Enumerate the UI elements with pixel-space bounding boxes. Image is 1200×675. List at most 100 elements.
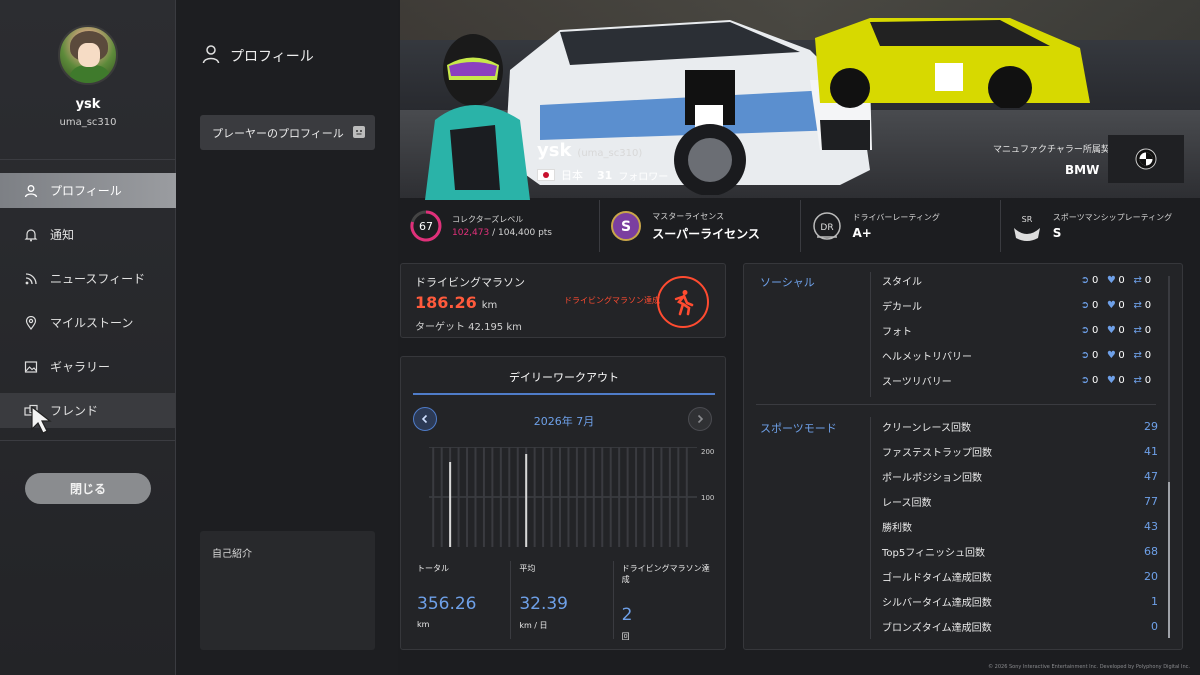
- social-row[interactable]: ヘルメットリバリー ➲ 0 ♥ 0 ⇄ 0: [882, 343, 1172, 368]
- workout-stat-value: 32.39: [519, 594, 568, 614]
- chart-day-column: [609, 447, 612, 547]
- close-button[interactable]: 閉じる: [25, 473, 151, 504]
- chart-day-column: [651, 447, 654, 547]
- sidebar-divider: [0, 159, 176, 160]
- player-id: (uma_sc310): [577, 148, 643, 159]
- sportsmanship-rating-stat[interactable]: SR スポーツマンシップレーティング S: [1001, 200, 1200, 252]
- heart-icon: ♥: [1106, 350, 1116, 361]
- workout-stat-value: 356.26: [417, 594, 477, 614]
- social-row-label: ヘルメットリバリー: [882, 352, 972, 363]
- person-icon: [202, 44, 220, 68]
- chart-day-column: [685, 447, 688, 547]
- sport-stat-label: Top5フィニッシュ回数: [882, 548, 986, 559]
- social-row[interactable]: デカール ➲ 0 ♥ 0 ⇄ 0: [882, 293, 1172, 318]
- country-name: 日本: [561, 169, 583, 182]
- section-divider: [756, 404, 1156, 405]
- share-count: 0: [1092, 350, 1099, 361]
- user-id: uma_sc310: [59, 117, 117, 128]
- sport-stat-value: 77: [1144, 495, 1158, 508]
- chart-day-column: [567, 447, 570, 547]
- mouse-cursor-icon: [31, 405, 52, 434]
- sport-stat-value: 41: [1144, 445, 1158, 458]
- repost-icon: ⇄: [1133, 350, 1142, 361]
- collector-points: 102,473 / 104,400 pts: [452, 228, 552, 238]
- collector-level-label: コレクターズレベル: [452, 215, 524, 224]
- daily-workout-card: デイリーワークアウト 2026年 7月 100 200 トータル 356.26 k…: [400, 356, 726, 650]
- like-count: 0: [1118, 275, 1125, 286]
- social-row-counts: ➲ 0 ♥ 0 ⇄ 0: [1080, 325, 1159, 336]
- scrollbar-thumb[interactable]: [1168, 482, 1170, 638]
- heart-icon: ♥: [1106, 375, 1116, 386]
- page-header: プロフィール: [202, 44, 314, 68]
- player-profile-button[interactable]: プレーヤーのプロフィール: [200, 115, 375, 150]
- sport-stat-label: ブロンズタイム達成回数: [882, 623, 992, 634]
- chart-day-column: [550, 447, 553, 547]
- chart-day-column: [491, 447, 494, 547]
- user-avatar[interactable]: [58, 25, 118, 85]
- rss-icon: [24, 272, 38, 286]
- share-icon: ➲: [1080, 275, 1090, 286]
- marathon-title: ドライビングマラソン: [415, 276, 525, 289]
- runner-icon: [657, 276, 709, 328]
- like-count: 0: [1118, 375, 1125, 386]
- sidebar: ysk uma_sc310 プロフィール 通知 ニュースフィード マイルストーン: [0, 0, 176, 675]
- share-icon: ➲: [1080, 300, 1090, 311]
- share-count: 0: [1092, 275, 1099, 286]
- manufacturer-label: マニュファクチャラー所属契約: [993, 145, 1119, 155]
- heart-icon: ♥: [1106, 300, 1116, 311]
- sport-stat-label: ファステストラップ回数: [882, 448, 992, 459]
- sidebar-item-gallery[interactable]: ギャラリー: [0, 349, 176, 384]
- sidebar-item-newsfeed[interactable]: ニュースフィード: [0, 261, 176, 296]
- social-row[interactable]: スタイル ➲ 0 ♥ 0 ⇄ 0: [882, 268, 1172, 293]
- collector-points-current: 102,473: [452, 228, 490, 238]
- sport-stat-row: シルバータイム達成回数 1: [882, 589, 1158, 614]
- collector-level-stat[interactable]: 67 コレクターズレベル 102,473 / 104,400 pts: [400, 200, 601, 252]
- next-month-button[interactable]: [688, 407, 712, 431]
- sidebar-item-notifications[interactable]: 通知: [0, 217, 176, 252]
- social-row[interactable]: スーツリバリー ➲ 0 ♥ 0 ⇄ 0: [882, 368, 1172, 393]
- followers-label[interactable]: フォロワー: [618, 168, 668, 183]
- sportsmanship-rating-value: S: [1052, 226, 1062, 240]
- license-stat[interactable]: S マスターライセンス スーパーライセンス: [600, 200, 801, 252]
- sidebar-item-milestones[interactable]: マイルストーン: [0, 305, 176, 340]
- chart-day-column: [626, 447, 629, 547]
- followers-count[interactable]: 31: [597, 169, 612, 182]
- chart-day-column: [559, 447, 561, 547]
- driver-rating-stat[interactable]: DR ドライバーレーティング A+: [801, 200, 1001, 252]
- sidebar-item-label: 通知: [50, 228, 75, 242]
- workout-stat-unit: km: [417, 620, 430, 629]
- collector-level-icon: 67: [410, 210, 442, 242]
- chart-y-tick-label: 100: [701, 494, 714, 502]
- pin-icon: [24, 315, 38, 330]
- yellow-race-car-image: [815, 18, 1090, 108]
- calendar-month: 2026年 7月: [533, 415, 595, 428]
- workout-stat-unit: km / 日: [519, 621, 548, 630]
- sport-stat-value: 29: [1144, 420, 1158, 433]
- marathon-value: 186.26: [415, 293, 477, 312]
- repost-icon: ⇄: [1133, 300, 1142, 311]
- workout-stat-value: 2: [621, 605, 633, 625]
- social-row[interactable]: フォト ➲ 0 ♥ 0 ⇄ 0: [882, 318, 1172, 343]
- sidebar-item-friends[interactable]: フレンド: [0, 393, 176, 428]
- chart-day-column: [601, 447, 604, 547]
- collector-points-total: / 104,400 pts: [492, 228, 552, 238]
- share-icon: ➲: [1080, 350, 1090, 361]
- sidebar-item-profile[interactable]: プロフィール: [0, 173, 176, 208]
- player-profile-button-label: プレーヤーのプロフィール: [212, 126, 344, 140]
- chart-bar: [525, 454, 528, 547]
- chart-day-column: [482, 447, 485, 547]
- sport-stat-label: 勝利数: [882, 523, 912, 534]
- share-icon: ➲: [1080, 325, 1090, 336]
- repost-icon: ⇄: [1133, 325, 1142, 336]
- driving-marathon-card[interactable]: ドライビングマラソン 186.26 km ターゲット 42.195 km ドライビ…: [400, 263, 726, 338]
- collector-level-value: 67: [419, 220, 433, 233]
- chart-day-column: [440, 447, 443, 547]
- bmw-logo-icon: [1108, 135, 1184, 183]
- workout-title-underline: [413, 393, 715, 395]
- marathon-achieved-label: ドライビングマラソン達成: [564, 296, 660, 305]
- social-row-counts: ➲ 0 ♥ 0 ⇄ 0: [1080, 300, 1159, 311]
- chart-day-column: [677, 447, 680, 547]
- workout-stat-average: 平均 32.39 km / 日: [511, 561, 614, 639]
- sidebar-item-label: フレンド: [50, 404, 99, 418]
- face-icon: [353, 126, 365, 138]
